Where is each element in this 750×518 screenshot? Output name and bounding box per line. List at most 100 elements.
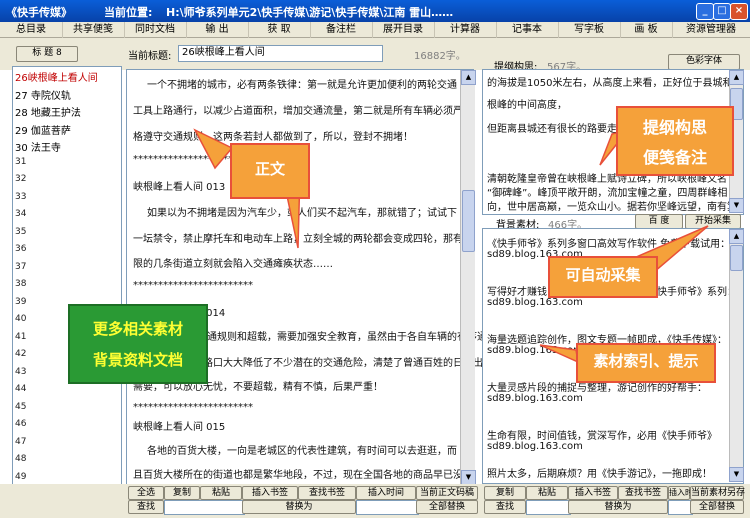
- line-number: 46: [15, 419, 27, 429]
- maximize-button[interactable]: □: [713, 3, 731, 20]
- current-title-label: 当前标题:: [128, 51, 172, 62]
- callout-main-text: 正文: [230, 143, 310, 199]
- material-line: sd89.blog.163.com: [487, 345, 583, 356]
- current-title-field[interactable]: 26峡根峰上看人间: [178, 45, 383, 62]
- location-label: 当前位置:: [104, 6, 153, 19]
- location-path: H:\师爷系列单元2\快手传媒\游记\快手传媒\江南 雷山……: [166, 6, 454, 19]
- callout-more-material: 更多相关素材 背景资料文档: [68, 304, 208, 384]
- line-number: 42: [15, 349, 27, 359]
- main-text-scrollbar[interactable]: ▲ ▼: [460, 70, 476, 485]
- material-paste-button[interactable]: 粘贴: [526, 486, 568, 500]
- material-copy-button[interactable]: 复制: [484, 486, 526, 500]
- bottom-toolbar: 全选 复制 粘贴 插入书签 查找书签 插入时间 当前正文码稿 查找 替换为 全部…: [0, 484, 750, 518]
- menu-shared-notes[interactable]: 共享便笺: [62, 22, 125, 38]
- replace-input[interactable]: [356, 500, 419, 515]
- material-line: sd89.blog.163.com: [487, 393, 583, 404]
- find-bookmark-button[interactable]: 查找书签: [298, 486, 356, 500]
- text-line: 格遵守交通规则，这两条若封人都做到了，所以，登封不拥堵！: [133, 132, 413, 143]
- callout-more-material-line: 更多相关素材: [92, 320, 183, 338]
- insert-bookmark-button[interactable]: 插入书签: [242, 486, 298, 500]
- replace-all-button[interactable]: 全部替换: [416, 500, 478, 514]
- menu-sync-docs[interactable]: 同时文档: [124, 22, 187, 38]
- line-number: 31: [15, 157, 27, 167]
- menu-expand-index[interactable]: 展开目录: [372, 22, 435, 38]
- text-line: 如果以为不拥堵是因为汽车少，或人们买不起汽车，那就错了；试试下: [147, 208, 457, 219]
- material-find-input[interactable]: [526, 500, 571, 515]
- line-number: 47: [15, 437, 27, 447]
- title-bar: 《快手传媒》 当前位置: H:\师爷系列单元2\快手传媒\游记\快手传媒\江南 …: [0, 0, 750, 22]
- scroll-up-icon[interactable]: ▲: [729, 229, 744, 244]
- text-line: 工具上路通行，以减少占道面积，增加交通流量，第二就是所有车辆必须严: [133, 106, 463, 117]
- line-number: 33: [15, 192, 27, 202]
- list-item[interactable]: 28 地藏王护法: [15, 104, 81, 119]
- menu-notepad[interactable]: 记事本: [496, 22, 559, 38]
- main-text-editor[interactable]: 一个不拥堵的城市，必有两条铁律：第一就是允许更加便利的两轮交通 工具上路通行，以…: [126, 69, 493, 485]
- scroll-down-icon[interactable]: ▼: [729, 467, 744, 482]
- outline-line: 但距离县城还有很长的路要走。: [487, 124, 627, 135]
- close-button[interactable]: ×: [730, 3, 748, 20]
- scroll-up-icon[interactable]: ▲: [729, 70, 744, 85]
- material-line: 照片太多，后期麻烦？用《快手游记》，一拖即成！: [487, 469, 712, 480]
- material-replace-with-button[interactable]: 替换为: [568, 500, 668, 514]
- callout-outline-line: 便笺备注: [642, 148, 707, 167]
- callout-material-index: 素材索引、提示: [576, 343, 716, 383]
- text-line: 峡根峰上看人间 015: [133, 422, 226, 433]
- outline-line: 根峰的中间高度，: [487, 100, 567, 111]
- app-title: 《快手传媒》: [6, 6, 72, 19]
- line-number: 36: [15, 244, 27, 254]
- material-replace-all-button[interactable]: 全部替换: [690, 500, 744, 514]
- material-save-as-button[interactable]: 当前素材另存: [690, 486, 745, 500]
- menu-paint[interactable]: 画 板: [620, 22, 673, 38]
- line-number: 38: [15, 279, 27, 289]
- scroll-thumb[interactable]: [730, 245, 743, 271]
- text-line: 一个不拥堵的城市，必有两条铁律：第一就是允许更加便利的两轮交通: [147, 80, 457, 91]
- text-line: ************************: [133, 402, 253, 413]
- select-all-button[interactable]: 全选: [128, 486, 164, 500]
- text-line: 一坛禁令，禁止摩托车和电动车上路，立刻全城的两轮都会变成四轮，那有: [133, 234, 463, 245]
- callout-outline-line: 提纲构思: [642, 118, 707, 137]
- paste-button[interactable]: 粘贴: [200, 486, 242, 500]
- text-line: 且百货大楼所在的街道也都是繁华地段，不过，现在全国各地的商品早已没: [133, 470, 463, 481]
- minimize-button[interactable]: _: [696, 3, 714, 20]
- material-scrollbar[interactable]: ▲ ▼: [729, 229, 744, 482]
- scroll-down-icon[interactable]: ▼: [461, 470, 476, 485]
- outline-line: 的海拔是1050米左右，从高度上来看，正好位于县城和峡: [487, 78, 743, 89]
- menu-notes-bar[interactable]: 备注栏: [310, 22, 373, 38]
- line-number: 41: [15, 332, 27, 342]
- insert-time-button[interactable]: 插入时间: [356, 486, 416, 500]
- scroll-up-icon[interactable]: ▲: [461, 70, 476, 85]
- material-line: sd89.blog.163.com: [487, 441, 583, 452]
- material-insert-time-button[interactable]: 插入时间: [668, 486, 701, 500]
- menu-wordpad[interactable]: 写字板: [558, 22, 621, 38]
- text-line: 峡根峰上看人间 013: [133, 182, 226, 193]
- line-number: 37: [15, 262, 27, 272]
- find-button[interactable]: 查找: [128, 500, 164, 514]
- text-line: ************************: [133, 280, 253, 291]
- replace-with-button[interactable]: 替换为: [242, 500, 356, 514]
- copy-button[interactable]: 复制: [164, 486, 200, 500]
- menu-index[interactable]: 总目录: [0, 22, 63, 38]
- scroll-thumb[interactable]: [462, 190, 475, 252]
- title-tab[interactable]: 标 题 8: [16, 46, 78, 62]
- menu-output[interactable]: 输 出: [186, 22, 249, 38]
- list-item[interactable]: 29 伽蓝菩萨: [15, 122, 71, 137]
- find-input[interactable]: [164, 500, 245, 515]
- menu-file-explorer[interactable]: 资源管理器: [672, 22, 750, 38]
- auto-collect-button[interactable]: 开始采集: [685, 214, 741, 229]
- line-number: 40: [15, 314, 27, 324]
- menu-calculator[interactable]: 计算器: [434, 22, 497, 38]
- current-text-encoding-button[interactable]: 当前正文码稿: [416, 486, 478, 500]
- scroll-down-icon[interactable]: ▼: [729, 198, 744, 213]
- line-number: 34: [15, 209, 27, 219]
- baidu-button[interactable]: 百 度: [635, 214, 683, 229]
- material-find-bookmark-button[interactable]: 查找书签: [618, 486, 668, 500]
- list-item[interactable]: 27 寺院仪轨: [15, 87, 71, 102]
- material-find-button[interactable]: 查找: [484, 500, 526, 514]
- color-font-button[interactable]: 色彩字体: [668, 54, 740, 70]
- text-line: 限的几条街道立刻就会陷入交通瘫痪状态……: [133, 259, 333, 270]
- line-number: 39: [15, 297, 27, 307]
- list-item[interactable]: 26峡根峰上看人间: [15, 69, 98, 84]
- menu-fetch[interactable]: 获 取: [248, 22, 311, 38]
- material-insert-bookmark-button[interactable]: 插入书签: [568, 486, 618, 500]
- list-item[interactable]: 30 法王寺: [15, 139, 61, 154]
